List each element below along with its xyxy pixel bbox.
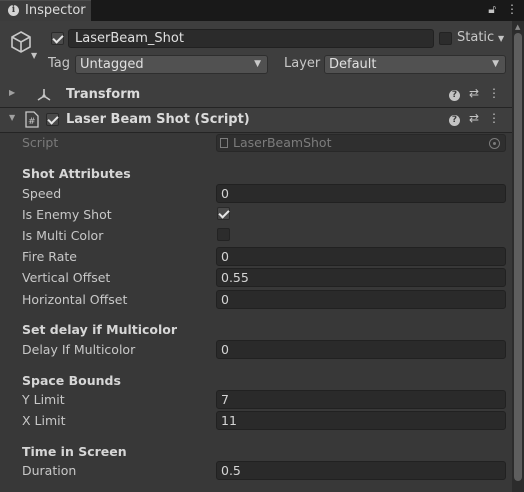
layer-dropdown[interactable]: Default ▼	[324, 55, 506, 74]
info-icon: i	[8, 5, 19, 16]
horizontal-offset-field[interactable]: 0	[216, 290, 506, 309]
tab-inspector[interactable]: i Inspector	[0, 0, 91, 21]
delay-if-multicolor-label: Delay If Multicolor	[22, 342, 136, 357]
speed-field[interactable]: 0	[216, 184, 506, 203]
script-enabled-checkbox[interactable]	[46, 113, 59, 126]
is-enemy-shot-label: Is Enemy Shot	[22, 207, 112, 222]
section-space-bounds: Space Bounds	[22, 373, 121, 388]
section-set-delay: Set delay if Multicolor	[22, 322, 178, 337]
y-limit-field[interactable]: 7	[216, 390, 506, 409]
script-component-title: Laser Beam Shot (Script)	[66, 112, 250, 127]
fire-rate-label: Fire Rate	[22, 249, 77, 264]
x-limit-label: X Limit	[22, 413, 66, 428]
icon-dropdown-arrow-icon[interactable]: ▼	[31, 51, 37, 60]
help-icon[interactable]: ?	[448, 90, 460, 101]
static-label: Static	[457, 30, 495, 45]
script-label: Script	[22, 135, 59, 150]
transform-component-header[interactable]: ▶ Transform ? ⇄ ⋮	[0, 83, 512, 108]
gameobject-header: ▼ LaserBeam_Shot Static ▼ Tag Untagged ▼…	[0, 21, 512, 84]
duration-label: Duration	[22, 463, 77, 478]
svg-text:#: #	[28, 117, 36, 127]
section-shot-attributes: Shot Attributes	[22, 166, 131, 181]
is-multi-color-label: Is Multi Color	[22, 228, 104, 243]
layer-dropdown-value: Default	[329, 57, 377, 72]
horizontal-offset-label: Horizontal Offset	[22, 292, 128, 307]
vertical-offset-label: Vertical Offset	[22, 270, 111, 285]
script-file-icon: #	[25, 111, 39, 128]
y-limit-label: Y Limit	[22, 392, 65, 407]
speed-label: Speed	[22, 186, 62, 201]
kebab-menu-icon[interactable]: ⋮	[506, 2, 518, 16]
inspector-tab-bar: i Inspector 🔓︎ ⋮	[0, 0, 524, 21]
tag-label: Tag	[48, 56, 71, 71]
fire-rate-field[interactable]: 0	[216, 247, 506, 266]
layer-label: Layer	[284, 56, 321, 71]
gameobject-name-field[interactable]: LaserBeam_Shot	[68, 29, 434, 48]
chevron-down-icon: ▼	[254, 59, 261, 69]
kebab-menu-icon[interactable]: ⋮	[488, 86, 500, 100]
x-limit-field[interactable]: 11	[216, 411, 506, 430]
script-component-header[interactable]: ▼ # Laser Beam Shot (Script) ? ⇄ ⋮	[0, 108, 512, 133]
script-object-field[interactable]: LaserBeamShot	[216, 134, 506, 152]
delay-if-multicolor-field[interactable]: 0	[216, 340, 506, 359]
is-multi-color-checkbox[interactable]	[217, 228, 230, 241]
section-time-in-screen: Time in Screen	[22, 444, 127, 459]
tab-inspector-label: Inspector	[25, 3, 86, 18]
help-icon[interactable]: ?	[448, 115, 460, 126]
transform-title: Transform	[66, 87, 141, 102]
chevron-down-icon: ▼	[492, 59, 499, 69]
is-enemy-shot-checkbox[interactable]	[217, 207, 230, 220]
gameobject-cube-icon[interactable]	[10, 30, 32, 54]
transform-axes-icon	[37, 89, 51, 101]
static-checkbox[interactable]	[439, 32, 452, 45]
collapse-arrow-icon[interactable]: ▶	[9, 88, 15, 97]
tag-dropdown-value: Untagged	[80, 57, 144, 72]
preset-sliders-icon[interactable]: ⇄	[469, 86, 479, 100]
scroll-up-icon[interactable]: ▲	[515, 23, 520, 31]
gameobject-active-checkbox[interactable]	[51, 32, 64, 45]
vertical-offset-field[interactable]: 0.55	[216, 268, 506, 287]
object-picker-icon[interactable]	[489, 138, 500, 149]
kebab-menu-icon[interactable]: ⋮	[488, 111, 500, 125]
duration-field[interactable]: 0.5	[216, 461, 506, 480]
expand-arrow-icon[interactable]: ▼	[9, 113, 15, 122]
static-dropdown-icon[interactable]: ▼	[498, 34, 504, 43]
script-asset-icon	[220, 138, 228, 148]
preset-sliders-icon[interactable]: ⇄	[469, 111, 479, 125]
lock-icon[interactable]: 🔓︎	[488, 2, 496, 16]
tag-dropdown[interactable]: Untagged ▼	[75, 55, 268, 74]
vertical-scrollbar[interactable]: ▲	[512, 21, 524, 492]
script-object-value: LaserBeamShot	[233, 135, 332, 150]
scrollbar-thumb[interactable]	[514, 33, 522, 481]
